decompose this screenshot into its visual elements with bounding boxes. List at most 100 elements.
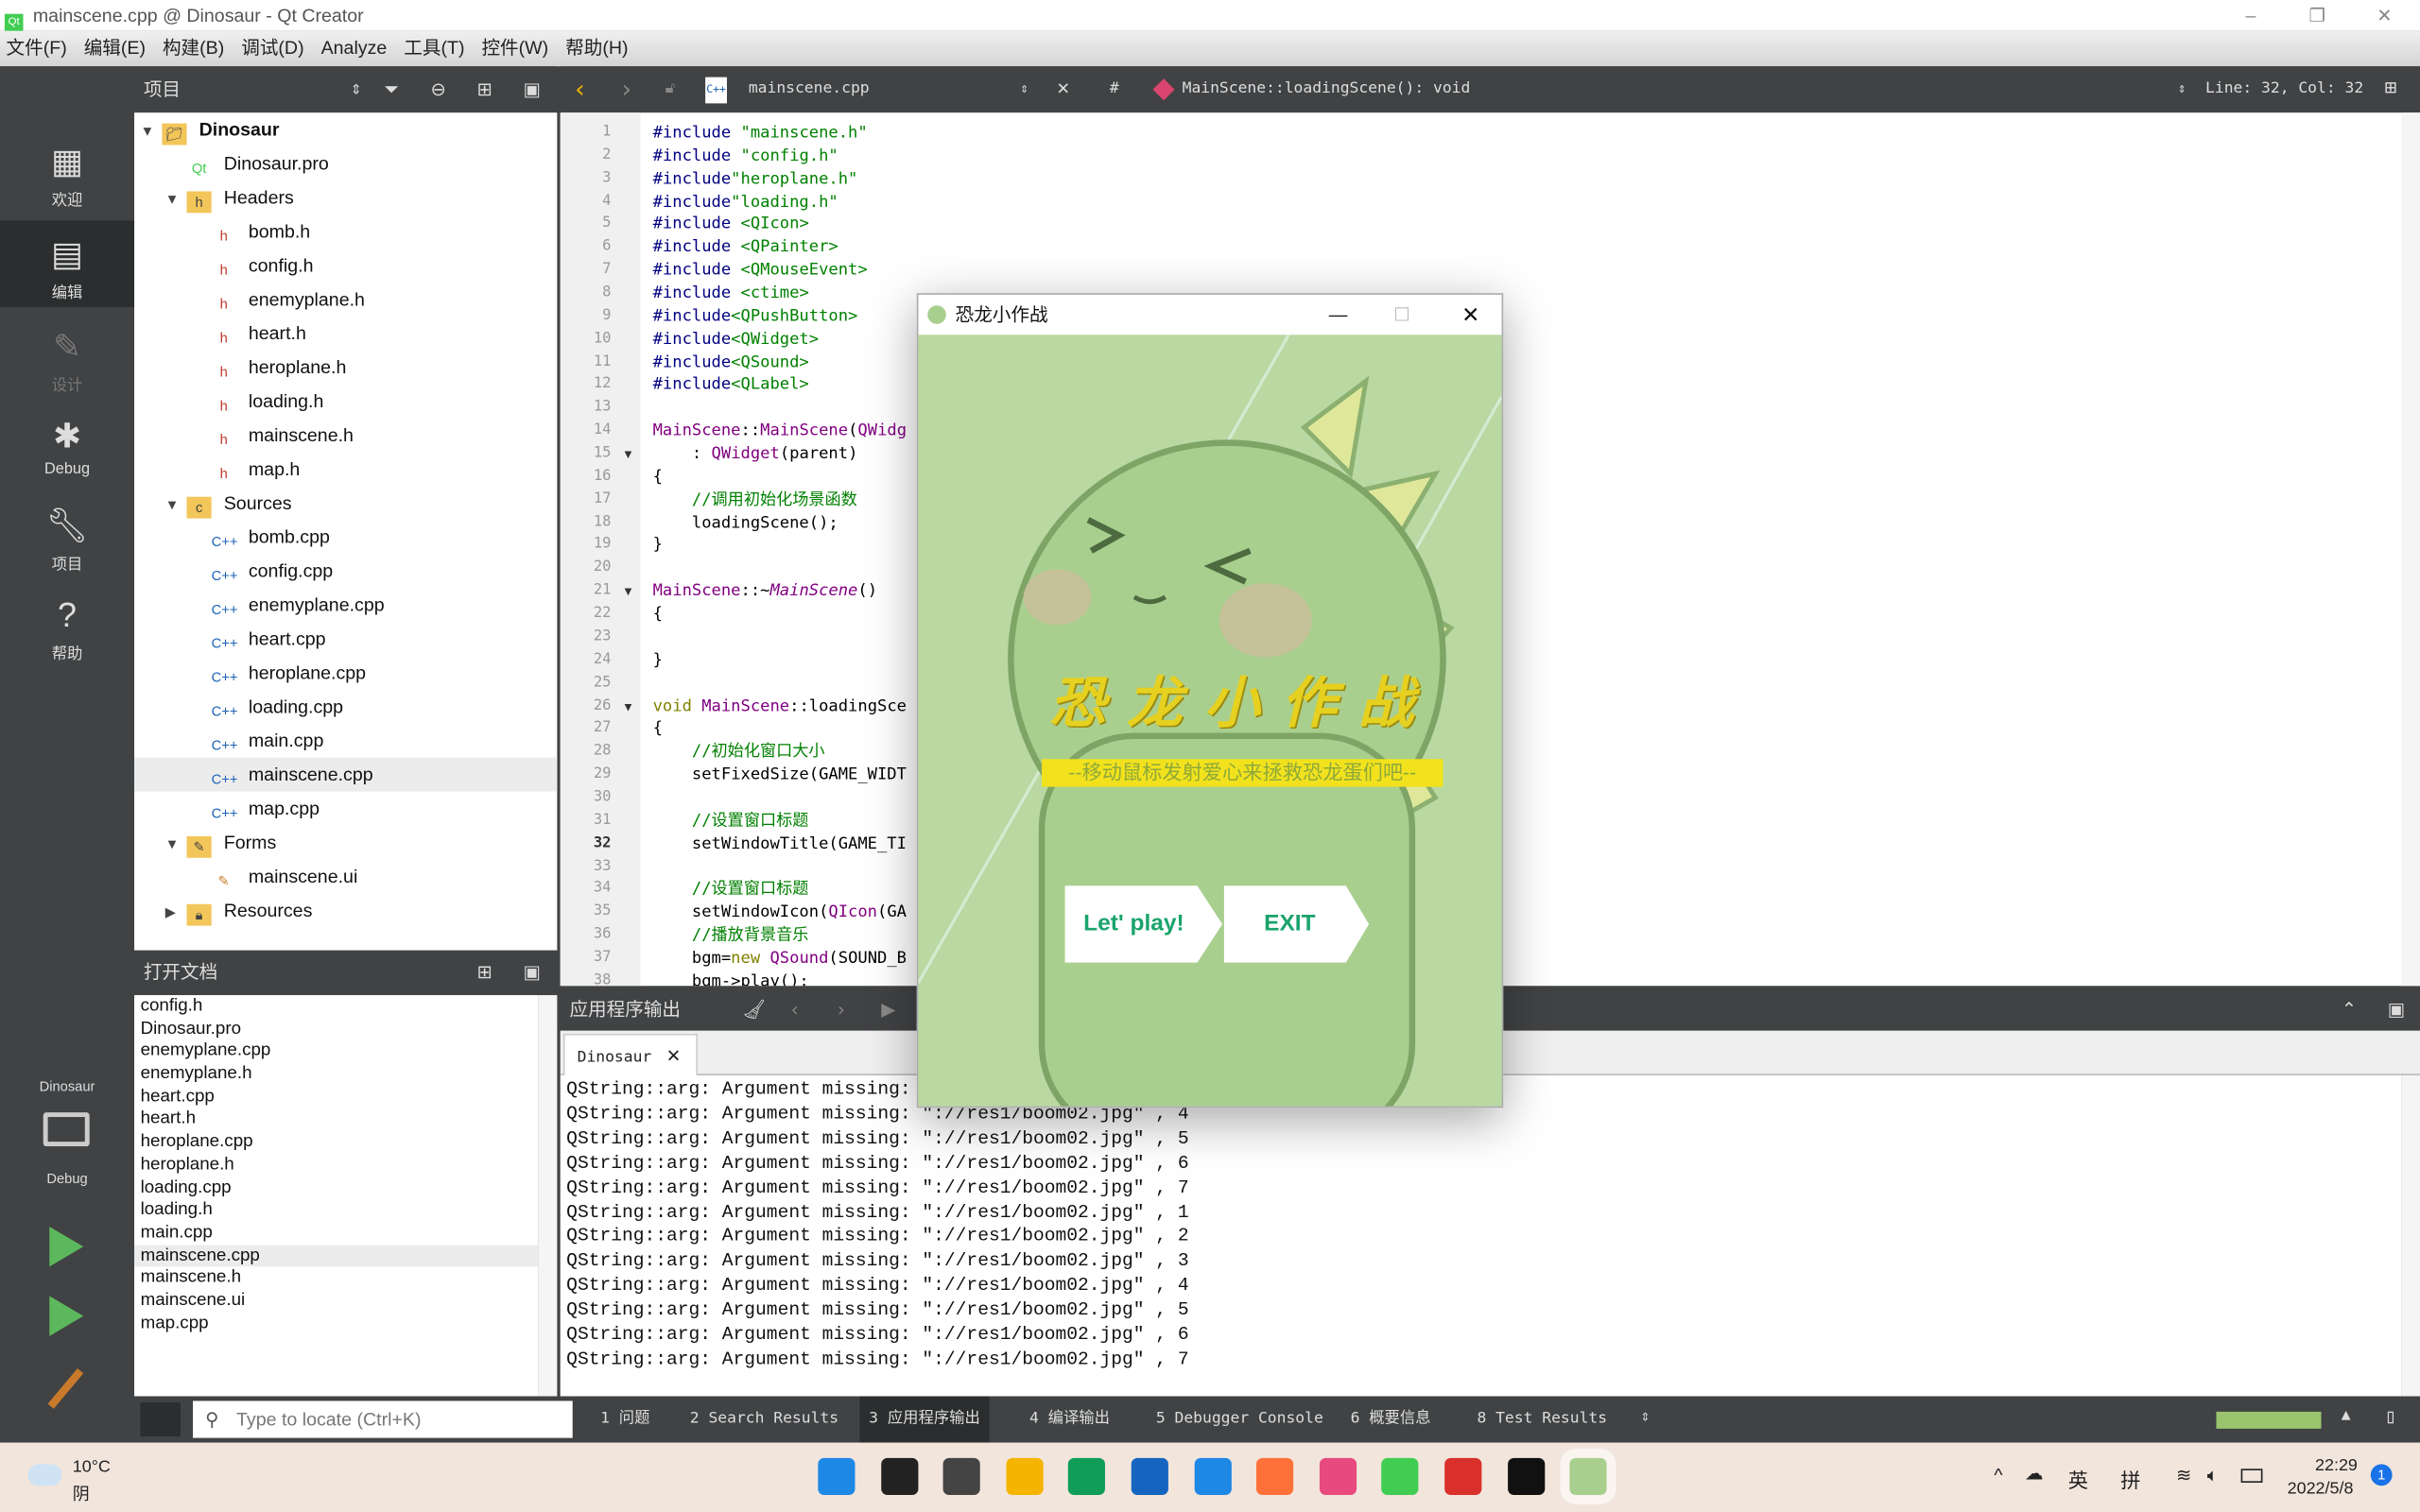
open-document-item[interactable]: mainscene.h: [134, 1267, 539, 1290]
mode-pencil[interactable]: ✎ 设计: [0, 313, 134, 399]
open-document-item[interactable]: enemyplane.cpp: [134, 1040, 539, 1063]
mail-icon[interactable]: [1131, 1457, 1168, 1496]
output-pane-tab[interactable]: 5 Debugger Console: [1147, 1397, 1333, 1443]
updown-icon[interactable]: ⇕: [351, 66, 362, 112]
volume-icon[interactable]: 🔈︎: [2207, 1464, 2219, 1486]
game-minimize-button[interactable]: —: [1329, 295, 1348, 335]
tree-item[interactable]: h map.h: [190, 452, 301, 486]
tree-item[interactable]: C++ main.cpp: [190, 724, 324, 758]
back-arrow-icon[interactable]: ‹: [573, 66, 588, 112]
open-file-selector[interactable]: mainscene.cpp: [749, 66, 870, 112]
split-icon[interactable]: ⊞: [476, 66, 492, 112]
filter-icon[interactable]: ⏷: [385, 66, 400, 112]
expand-arrow-icon[interactable]: ▼: [141, 114, 163, 148]
output-pane-tab[interactable]: 3 应用程序输出: [859, 1396, 990, 1443]
mode-wrench[interactable]: 🔧︎ 项目: [0, 492, 134, 578]
updown-icon[interactable]: ⇕: [2178, 66, 2187, 112]
mode-edit-document[interactable]: ▤ 编辑: [0, 220, 135, 307]
tree-item[interactable]: C++ loading.cpp: [190, 690, 343, 724]
output-pane-tab[interactable]: 6 概要信息: [1341, 1397, 1441, 1443]
menu-item[interactable]: 帮助(H): [565, 37, 628, 59]
game-close-button[interactable]: ✕: [1461, 295, 1479, 335]
open-document-item[interactable]: Dinosaur.pro: [134, 1018, 539, 1040]
menu-item[interactable]: 编辑(E): [84, 37, 146, 59]
tray-chevron-icon[interactable]: ^: [1994, 1464, 2002, 1486]
debug-run-button[interactable]: [49, 1296, 84, 1336]
open-document-item[interactable]: map.cpp: [134, 1313, 539, 1335]
run-button[interactable]: [49, 1226, 84, 1267]
tree-item[interactable]: ▶ 🔒︎ Resources: [165, 893, 312, 927]
next-icon[interactable]: ›: [838, 988, 845, 1031]
tree-item[interactable]: ▼ h Headers: [165, 180, 294, 215]
build-hammer-icon[interactable]: [47, 1368, 84, 1409]
game-maximize-button[interactable]: ☐: [1393, 295, 1410, 335]
tree-item[interactable]: h enemyplane.h: [190, 283, 365, 317]
capcut-icon[interactable]: [1507, 1457, 1545, 1496]
menu-item[interactable]: 工具(T): [404, 37, 464, 59]
task-view-icon[interactable]: [942, 1457, 981, 1496]
expand-arrow-icon[interactable]: ▼: [165, 182, 187, 216]
clear-broom-icon[interactable]: 🧹︎: [742, 988, 766, 1031]
mode-grid[interactable]: ▦ 欢迎: [0, 129, 134, 215]
wps-icon[interactable]: [1444, 1457, 1482, 1496]
tree-item[interactable]: C++ map.cpp: [190, 792, 320, 826]
tree-item[interactable]: ✎ mainscene.ui: [190, 859, 358, 893]
kit-selector[interactable]: Dinosaur: [0, 1069, 134, 1115]
firefox-icon[interactable]: [1256, 1457, 1294, 1496]
prev-icon[interactable]: ‹: [792, 988, 799, 1031]
menu-item[interactable]: 控件(W): [481, 37, 548, 59]
play-button[interactable]: Let' play!: [1064, 885, 1223, 963]
clock-date[interactable]: 2022/5/8: [2288, 1480, 2354, 1499]
tree-item[interactable]: C++ mainscene.cpp: [134, 757, 558, 792]
dinosaur-game-icon[interactable]: [1569, 1457, 1607, 1496]
ime-mode[interactable]: 拼: [2120, 1464, 2140, 1493]
tree-item[interactable]: h mainscene.h: [190, 418, 354, 452]
open-document-item[interactable]: mainscene.ui: [134, 1290, 539, 1313]
updown-icon[interactable]: ⇕: [1641, 1409, 1651, 1426]
wifi-icon[interactable]: ≋: [2176, 1464, 2191, 1486]
edge-icon[interactable]: [1068, 1457, 1106, 1496]
open-document-item[interactable]: heroplane.h: [134, 1154, 539, 1177]
close-pane-icon[interactable]: ▣: [2388, 988, 2406, 1031]
ime-lang[interactable]: 英: [2068, 1464, 2088, 1493]
tree-item[interactable]: h heroplane.h: [190, 351, 347, 385]
close-panel-icon[interactable]: ▣: [523, 951, 541, 995]
output-pane-tab[interactable]: 1 问题: [591, 1397, 659, 1443]
open-document-item[interactable]: config.h: [134, 995, 539, 1018]
updown-icon[interactable]: ⇕: [1020, 66, 1028, 112]
tree-item[interactable]: h config.h: [190, 249, 314, 283]
mode-bug[interactable]: ✱ Debug: [0, 403, 134, 489]
output-pane-tab[interactable]: 8 Test Results: [1468, 1397, 1616, 1443]
open-document-item[interactable]: main.cpp: [134, 1222, 539, 1245]
output-scrollbar[interactable]: [2401, 1074, 2420, 1397]
tree-item[interactable]: h bomb.h: [190, 215, 311, 249]
open-document-item[interactable]: heroplane.cpp: [134, 1131, 539, 1154]
link-icon[interactable]: ⊖: [431, 66, 446, 112]
network-status-icon[interactable]: ☁: [2025, 1463, 2044, 1485]
maximize-button[interactable]: ❐: [2308, 0, 2325, 31]
close-document-icon[interactable]: ✕: [1057, 66, 1069, 112]
output-pane-tab[interactable]: 4 编译输出: [1020, 1397, 1119, 1443]
tree-item[interactable]: Qt Dinosaur.pro: [165, 146, 329, 180]
menu-item[interactable]: 调试(D): [241, 37, 303, 59]
minimize-button[interactable]: –: [2246, 0, 2256, 31]
fold-arrow-icon[interactable]: ▼: [622, 699, 634, 713]
expand-arrow-icon[interactable]: ▼: [165, 488, 187, 522]
file-explorer-icon[interactable]: [1006, 1457, 1044, 1496]
clock-time[interactable]: 22:29: [2315, 1456, 2358, 1475]
tree-item[interactable]: h loading.h: [190, 385, 324, 419]
weather-temp[interactable]: 10°C: [73, 1458, 111, 1477]
tree-item[interactable]: ▼ c Sources: [165, 486, 292, 520]
cursor-position[interactable]: Line: 32, Col: 32: [2205, 66, 2363, 112]
menu-item[interactable]: 文件(F): [7, 37, 67, 59]
open-document-item[interactable]: loading.cpp: [134, 1177, 539, 1199]
locator-input-box[interactable]: ⚲ Type to locate (Ctrl+K): [193, 1400, 573, 1438]
tree-item[interactable]: h heart.h: [190, 317, 306, 351]
tree-item[interactable]: C++ config.cpp: [190, 554, 333, 588]
open-document-item[interactable]: enemyplane.h: [134, 1063, 539, 1086]
open-document-item[interactable]: heart.h: [134, 1108, 539, 1131]
fold-arrow-icon[interactable]: ▼: [622, 585, 634, 599]
expand-arrow-icon[interactable]: ▼: [165, 827, 187, 861]
exit-button[interactable]: EXIT: [1223, 885, 1370, 963]
maximize-pane-icon[interactable]: ⌃: [2342, 988, 2357, 1031]
